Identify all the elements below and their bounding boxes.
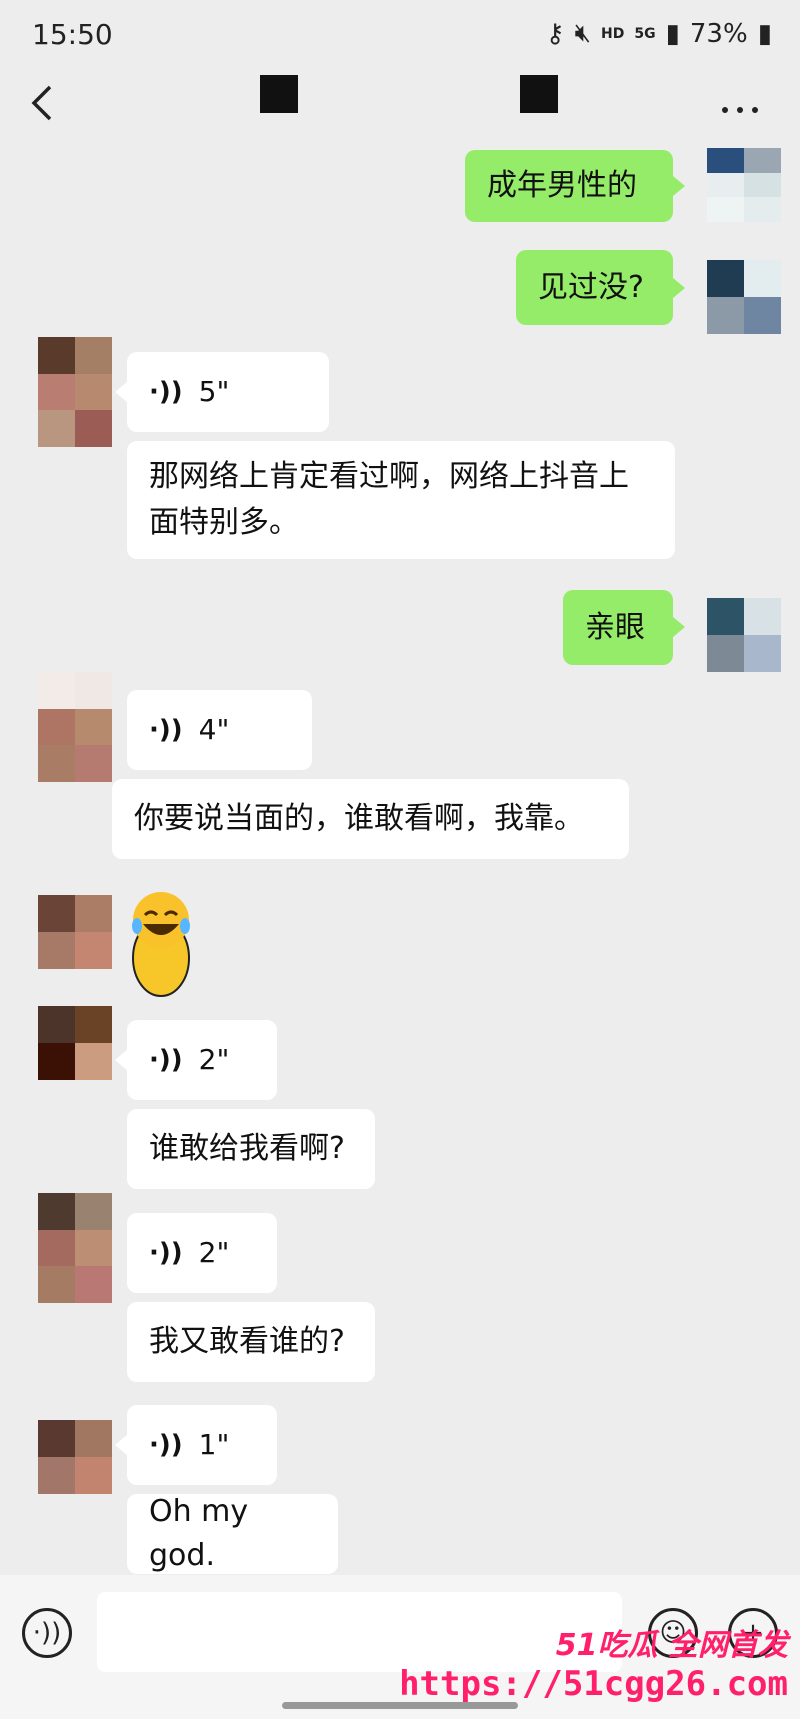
message-bubble-received[interactable]: 那网络上肯定看过啊，网络上抖音上面特别多。 (127, 441, 675, 559)
back-button[interactable] (28, 80, 68, 135)
redacted-name-block (520, 75, 558, 113)
voice-icon: ·)) (32, 1618, 62, 1648)
battery-icon: ▮ (757, 18, 772, 49)
voice-duration: 1" (198, 1428, 230, 1461)
avatar-contact[interactable] (38, 1193, 112, 1303)
network-label: 5G (634, 25, 656, 42)
message-bubble-received[interactable]: 谁敢给我看啊? (127, 1109, 375, 1189)
message-bubble-sent[interactable]: 成年男性的 (465, 150, 673, 222)
voice-duration: 4" (198, 713, 230, 746)
message-text: 见过没? (538, 269, 644, 305)
message-text: 谁敢给我看啊? (149, 1131, 345, 1166)
voice-message[interactable]: ·)) 2" (127, 1213, 277, 1293)
message-bubble-sent[interactable]: 见过没? (516, 250, 673, 325)
avatar-me[interactable] (707, 260, 781, 334)
signal-icon: ▮ (665, 18, 680, 49)
message-bubble-received[interactable]: Oh my god. (127, 1494, 338, 1574)
avatar-contact[interactable] (38, 895, 112, 969)
voice-input-button[interactable]: ·)) (22, 1608, 72, 1658)
avatar-me[interactable] (707, 148, 781, 222)
redacted-name-block (260, 75, 298, 113)
voice-wave-icon: ·)) (149, 1238, 183, 1268)
avatar-contact[interactable] (38, 672, 112, 782)
message-text: Oh my god. (149, 1494, 249, 1573)
message-text: 成年男性的 (487, 168, 637, 203)
more-button[interactable] (720, 88, 760, 123)
home-indicator[interactable] (282, 1702, 518, 1709)
chat-header (0, 70, 800, 150)
voice-wave-icon: ·)) (149, 1045, 183, 1075)
status-time: 15:50 (32, 18, 113, 51)
voice-message[interactable]: ·)) 1" (127, 1405, 277, 1485)
voice-wave-icon: ·)) (149, 377, 183, 407)
bubble-tail (115, 382, 127, 402)
watermark: 51吃瓜 全网首发 https://51cgg26.com (399, 1620, 788, 1704)
battery-percent: 73% (689, 18, 748, 49)
message-bubble-received[interactable]: 我又敢看谁的? (127, 1302, 375, 1382)
vpn-key-icon: ⚷ (545, 18, 565, 49)
watermark-url: https://51cgg26.com (399, 1664, 788, 1704)
avatar-contact[interactable] (38, 1006, 112, 1080)
more-dots-icon (722, 107, 758, 113)
chevron-left-icon (31, 85, 52, 121)
status-icons: ⚷ 🔇︎ HD 5G ▮ 73% ▮ (546, 18, 772, 49)
message-text: 你要说当面的，谁敢看啊，我靠。 (134, 801, 584, 836)
voice-duration: 2" (198, 1043, 230, 1076)
message-bubble-sent[interactable]: 亲眼 (563, 590, 673, 665)
bubble-tail (673, 176, 685, 196)
voice-wave-icon: ·)) (149, 1430, 183, 1460)
voice-message[interactable]: ·)) 5" (127, 352, 329, 432)
avatar-contact[interactable] (38, 1420, 112, 1494)
voice-wave-icon: ·)) (149, 715, 183, 745)
message-text: 那网络上肯定看过啊，网络上抖音上面特别多。 (149, 459, 629, 540)
avatar-contact[interactable] (38, 337, 112, 447)
message-bubble-received[interactable]: 你要说当面的，谁敢看啊，我靠。 (112, 779, 629, 859)
bubble-tail (115, 1435, 127, 1455)
avatar-me[interactable] (707, 598, 781, 672)
voice-message[interactable]: ·)) 4" (127, 690, 312, 770)
message-text: 我又敢看谁的? (149, 1324, 345, 1359)
watermark-line1: 51吃瓜 全网首发 (555, 1628, 788, 1663)
sticker-message[interactable] (125, 888, 205, 998)
message-text: 亲眼 (585, 609, 645, 645)
bubble-tail (673, 278, 685, 298)
bubble-tail (115, 1050, 127, 1070)
voice-message[interactable]: ·)) 2" (127, 1020, 277, 1100)
bubble-tail (673, 617, 685, 637)
voice-duration: 2" (198, 1236, 230, 1269)
status-bar: 15:50 ⚷ 🔇︎ HD 5G ▮ 73% ▮ (0, 0, 800, 70)
mute-icon: 🔇︎ (574, 18, 591, 48)
hd-label: HD (601, 25, 625, 42)
laughing-crying-sticker-icon (132, 892, 190, 997)
voice-duration: 5" (198, 375, 230, 408)
